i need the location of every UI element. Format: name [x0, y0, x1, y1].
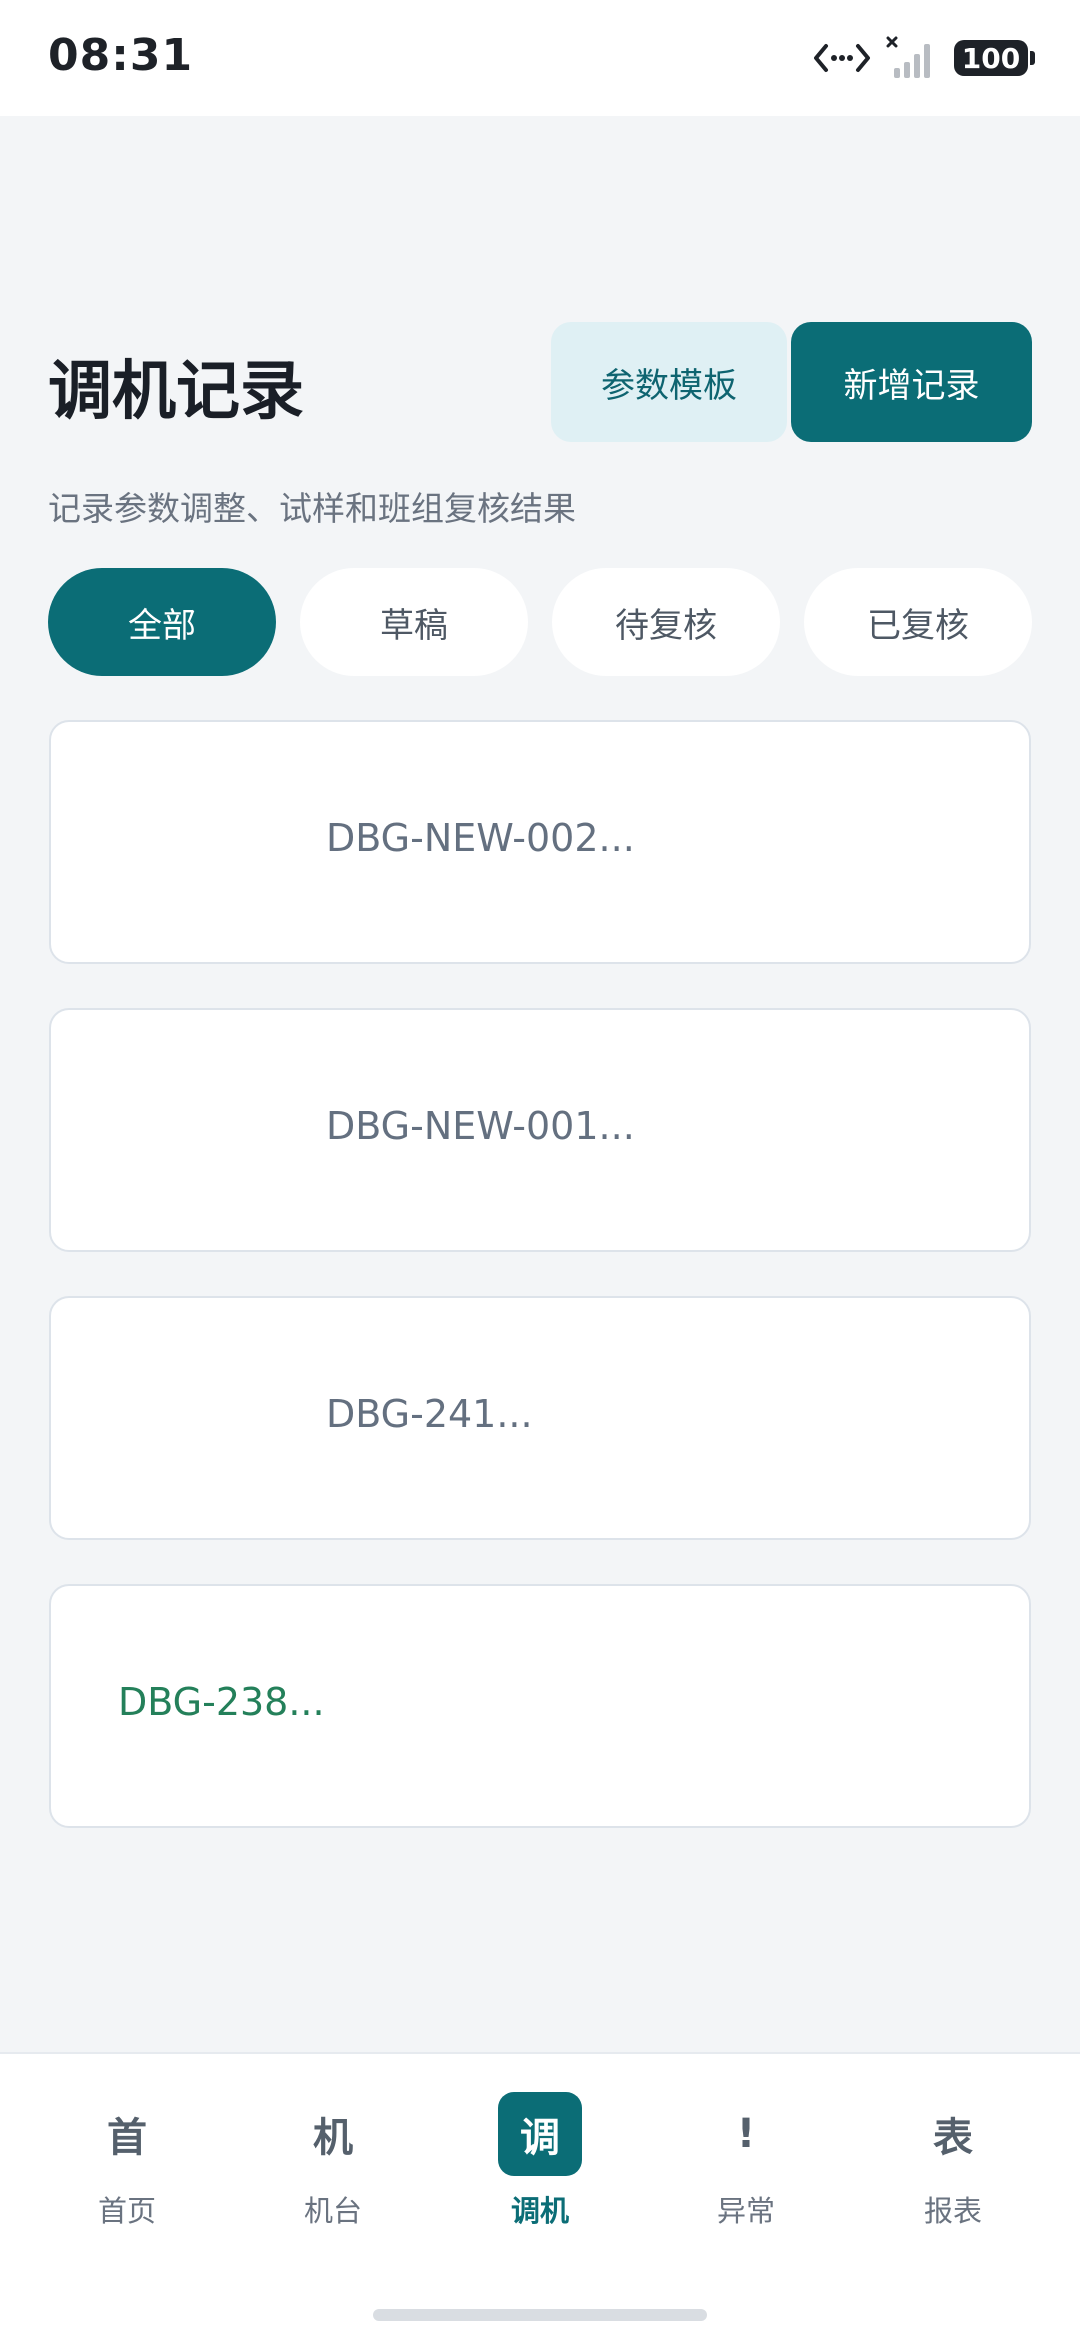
report-icon: 表	[933, 2115, 973, 2161]
battery-icon: 100	[954, 40, 1035, 76]
nav-label: 首页	[97, 2194, 156, 2228]
nav-label: 报表	[923, 2194, 982, 2228]
nav-item-exceptions[interactable]: ! 异常	[691, 2092, 801, 2242]
nav-label: 异常	[716, 2194, 775, 2228]
parameter-template-button[interactable]: 参数模板	[551, 322, 787, 442]
tab-pending-review[interactable]: 待复核	[552, 568, 780, 676]
tab-reviewed[interactable]: 已复核	[804, 568, 1032, 676]
nav-label: 调机	[510, 2194, 569, 2228]
record-id: DBG-241...	[326, 1392, 533, 1436]
status-icons: 100	[812, 36, 1035, 80]
record-card[interactable]: DBG-NEW-001...	[49, 1008, 1031, 1252]
nav-item-home[interactable]: 首 首页	[72, 2092, 182, 2242]
record-id: DBG-238...	[118, 1680, 325, 1724]
record-id: DBG-NEW-001...	[326, 1104, 635, 1148]
filter-tabs: 全部 草稿 待复核 已复核	[48, 568, 1032, 676]
nav-item-debug[interactable]: 调 调机	[485, 2092, 595, 2242]
record-id: DBG-NEW-002...	[326, 816, 635, 860]
debug-icon: 调	[498, 2092, 582, 2176]
record-card[interactable]: DBG-241...	[49, 1296, 1031, 1540]
nav-label: 机台	[303, 2194, 362, 2228]
nav-item-reports[interactable]: 表 报表	[898, 2092, 1008, 2242]
add-record-button[interactable]: 新增记录	[791, 322, 1032, 442]
nav-item-machines[interactable]: 机 机台	[278, 2092, 388, 2242]
tab-all[interactable]: 全部	[48, 568, 276, 676]
bottom-nav: 首 首页 机 机台 调 调机 ! 异常 表 报表	[0, 2052, 1080, 2340]
home-indicator	[373, 2309, 707, 2321]
record-card[interactable]: DBG-NEW-002...	[49, 720, 1031, 964]
home-icon: 首	[107, 2115, 147, 2161]
no-signal-icon	[886, 36, 930, 78]
exclamation-icon: !	[736, 2111, 756, 2157]
data-transfer-icon	[814, 44, 870, 72]
status-time: 08:31	[48, 30, 194, 81]
page-title: 调机记录	[48, 355, 304, 429]
machine-icon: 机	[313, 2115, 353, 2161]
record-card[interactable]: DBG-238...	[49, 1584, 1031, 1828]
status-bar: 08:31 100	[0, 0, 1080, 116]
page-subtitle: 记录参数调整、试样和班组复核结果	[48, 489, 576, 528]
tab-draft[interactable]: 草稿	[300, 568, 528, 676]
